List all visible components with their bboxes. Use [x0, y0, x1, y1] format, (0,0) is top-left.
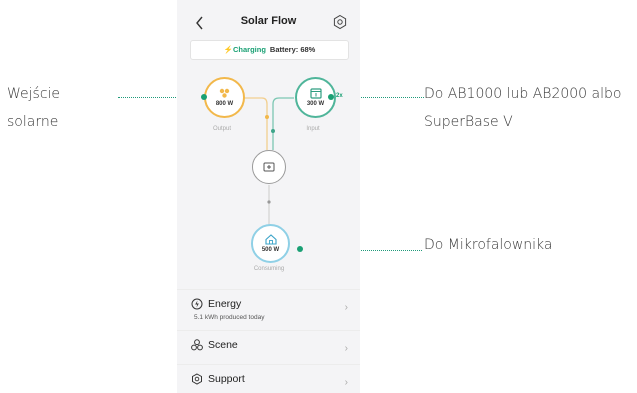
callout-solar-input: Wejście solarne: [7, 80, 117, 136]
chevron-right-icon: ›: [344, 377, 348, 388]
energy-icon: [191, 298, 203, 310]
scene-icon: [191, 339, 203, 351]
input-power-value: 300 W: [306, 101, 325, 107]
energy-flow-diagram: 800 W Output 300 W 2x Input 500 W Consum…: [177, 62, 360, 286]
output-connector-dot: [201, 94, 207, 100]
menu-item-scene[interactable]: Scene ›: [177, 330, 360, 364]
battery-level: Battery: 68%: [269, 45, 316, 54]
callout-solar-input-line1: Wejście: [7, 86, 61, 102]
support-icon: [192, 373, 202, 385]
hub-node[interactable]: [252, 150, 286, 184]
chevron-right-icon: ›: [344, 343, 348, 354]
callout-microinverter-text: Do Mikrofalownika: [424, 237, 553, 253]
menu-item-energy-label: Energy: [208, 298, 242, 310]
consuming-power-value: 500 W: [261, 247, 280, 253]
callout-battery-output-line2: SuperBase V: [424, 114, 513, 130]
input-count-badge: 2x: [336, 93, 343, 99]
callout-battery-output-line1: Do AB1000 lub AB2000 albo: [424, 86, 622, 102]
home-icon: [264, 234, 277, 245]
status-banner: ⚡Charging Battery: 68%: [190, 40, 349, 60]
consuming-node[interactable]: 500 W: [251, 224, 290, 263]
chevron-right-icon: ›: [344, 302, 348, 313]
consuming-connector-dot: [297, 246, 303, 252]
input-connector-dot: [328, 94, 334, 100]
menu-list: Energy 5.1 kWh produced today › Scene › …: [177, 289, 360, 393]
output-node[interactable]: 800 W: [204, 77, 245, 118]
menu-item-support[interactable]: Support ›: [177, 364, 360, 393]
callout-battery-output: Do AB1000 lub AB2000 albo SuperBase V: [424, 80, 637, 136]
output-power-value: 800 W: [215, 101, 234, 107]
input-caption: Input: [306, 126, 320, 132]
callout-microinverter: Do Mikrofalownika: [424, 231, 634, 259]
output-caption: Output: [212, 126, 231, 132]
phone-screen: Solar Flow ⚡Charging Battery: 68% 800 W …: [177, 0, 360, 393]
hub-icon: [263, 162, 275, 172]
energy-produced-today: 5.1 kWh produced today: [194, 314, 265, 321]
charging-status: ⚡Charging: [223, 45, 266, 54]
menu-item-support-label: Support: [208, 373, 245, 385]
top-bar: Solar Flow: [177, 12, 360, 34]
battery-icon: [309, 88, 322, 99]
settings-icon[interactable]: [332, 14, 348, 30]
lightning-icon: ⚡: [223, 45, 233, 54]
menu-item-scene-label: Scene: [208, 339, 238, 351]
solar-panel-icon: [219, 88, 230, 98]
consuming-caption: Consuming: [253, 266, 285, 272]
menu-item-energy[interactable]: Energy 5.1 kWh produced today ›: [177, 289, 360, 330]
callout-solar-input-line2: solarne: [7, 114, 59, 130]
